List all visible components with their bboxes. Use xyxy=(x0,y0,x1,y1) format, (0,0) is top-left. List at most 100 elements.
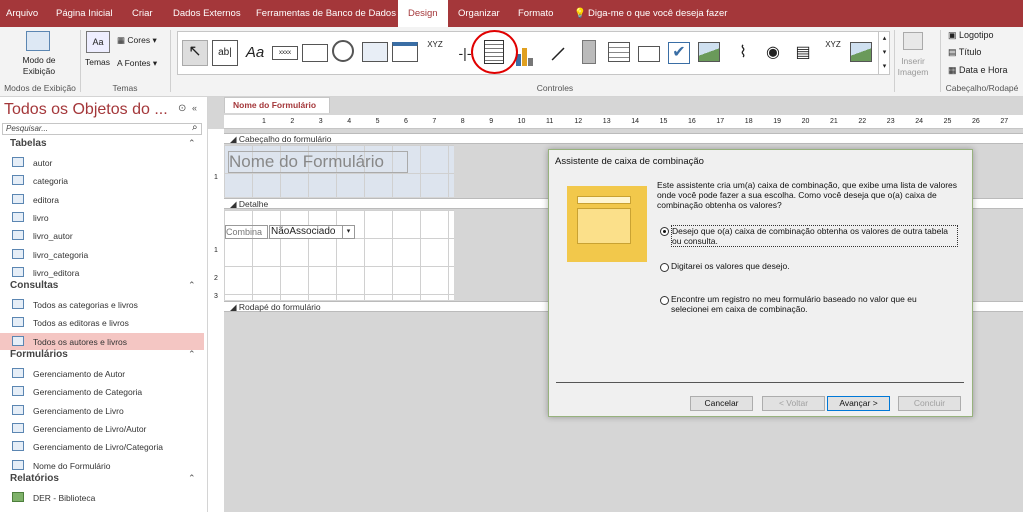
chevron-up-icon[interactable]: ⌃ xyxy=(188,138,196,149)
image-icon[interactable] xyxy=(698,42,720,62)
themes-button[interactable]: Temas xyxy=(85,57,110,67)
checkbox-icon[interactable]: ✔ xyxy=(668,42,690,64)
tab-ferramentas[interactable]: Ferramentas de Banco de Dados xyxy=(256,0,396,27)
view-mode-button[interactable]: Modo de Exibição xyxy=(14,55,64,77)
nav-item[interactable]: editora xyxy=(0,191,204,208)
select-pointer-icon[interactable]: ↖ xyxy=(182,40,208,66)
tab-formato[interactable]: Formato xyxy=(518,0,553,27)
tab-arquivo[interactable]: Arquivo xyxy=(6,0,38,27)
option-button-icon[interactable]: ◉ xyxy=(760,40,786,66)
chevron-up-icon[interactable]: ⌃ xyxy=(188,280,196,291)
logo-button[interactable]: ▣ Logotipo xyxy=(948,30,994,41)
tell-me-box[interactable]: Diga-me o que você deseja fazer xyxy=(588,0,727,27)
insert-image-button[interactable]: Inserir Imagem xyxy=(893,56,933,78)
option2-radio[interactable] xyxy=(660,263,669,272)
nav-dropdown-icon[interactable]: ⊙ xyxy=(178,103,186,114)
hyperlink-icon[interactable] xyxy=(332,40,354,62)
nav-section-header[interactable]: Consultas xyxy=(10,280,58,291)
option2-label[interactable]: Digitarei os valores que desejo. xyxy=(671,261,941,271)
nav-item[interactable]: Gerenciamento de Livro xyxy=(0,402,204,419)
option3-radio[interactable] xyxy=(660,296,669,305)
insert-image-icon[interactable] xyxy=(903,32,923,50)
nav-item[interactable]: Gerenciamento de Livro/Categoria xyxy=(0,438,204,455)
colors-button[interactable]: ▦ Cores ▾ xyxy=(117,35,157,46)
tab-design[interactable]: Design xyxy=(398,0,448,27)
ruler-number: 9 xyxy=(489,118,494,125)
nav-item[interactable]: livro_editora xyxy=(0,264,204,281)
datetime-button[interactable]: ▦ Data e Hora xyxy=(948,65,1008,76)
nav-item[interactable]: Nome do Formulário xyxy=(0,457,204,474)
nav-section-header[interactable]: Relatórios xyxy=(10,473,59,484)
document-tab[interactable]: Nome do Formulário xyxy=(224,97,330,113)
ruler-number: 14 xyxy=(631,118,639,125)
title-button[interactable]: ▤ Título xyxy=(948,47,981,58)
button-icon[interactable]: xxxx xyxy=(272,46,298,60)
detail-band-label: Detalhe xyxy=(238,199,269,209)
nav-item[interactable]: Todos as editoras e livros xyxy=(0,314,204,331)
chevron-up-icon[interactable]: ⌃ xyxy=(188,473,196,484)
option1-radio[interactable] xyxy=(660,227,669,236)
finish-button[interactable]: Concluir xyxy=(898,396,961,411)
cancel-button[interactable]: Cancelar xyxy=(690,396,753,411)
nav-item[interactable]: categoria xyxy=(0,172,204,189)
label-icon[interactable]: Aa xyxy=(242,40,268,66)
combo-label[interactable]: Combina xyxy=(225,225,268,239)
tab-pagina-inicial[interactable]: Página Inicial xyxy=(56,0,113,27)
rectangle-icon[interactable] xyxy=(638,46,660,62)
chart-icon[interactable] xyxy=(514,44,540,66)
nav-item-label: Gerenciamento de Livro/Autor xyxy=(33,423,147,434)
tab-criar[interactable]: Criar xyxy=(132,0,153,27)
fonts-button[interactable]: A Fontes ▾ xyxy=(117,58,157,69)
tab-dados-externos[interactable]: Dados Externos xyxy=(173,0,241,27)
nav-item[interactable]: DER - Biblioteca xyxy=(0,489,204,506)
fonts-label: Fontes xyxy=(124,58,151,68)
nav-section-header[interactable]: Formulários xyxy=(10,349,68,360)
ruler-number: 22 xyxy=(858,118,867,125)
nav-item-label: livro xyxy=(33,212,49,223)
nav-item[interactable]: livro xyxy=(0,209,204,226)
chevron-down-icon[interactable]: ▾ xyxy=(342,226,354,238)
nav-item[interactable]: Gerenciamento de Livro/Autor xyxy=(0,420,204,437)
nav-item[interactable]: Todos os autores e livros xyxy=(0,332,204,350)
nav-search-input[interactable]: Pesquisar... xyxy=(2,123,202,135)
form-header-band[interactable]: ◢ Cabeçalho do formulário xyxy=(224,133,1023,144)
chevron-up-icon[interactable]: ⌃ xyxy=(188,349,196,360)
combo-box-control[interactable]: NãoAssociado ▾ xyxy=(269,225,355,239)
tab-organizar[interactable]: Organizar xyxy=(458,0,500,27)
gallery-scroll[interactable]: ▴ ▾ ▾ xyxy=(878,32,890,74)
nav-item-label: Gerenciamento de Livro/Categoria xyxy=(33,442,163,453)
themes-icon[interactable]: Aa xyxy=(86,31,110,53)
list-box-icon[interactable] xyxy=(608,42,630,62)
toggle-button-icon[interactable] xyxy=(582,40,596,64)
subform-icon[interactable]: ▤ xyxy=(790,40,816,66)
next-button[interactable]: Avançar > xyxy=(827,396,890,411)
option1-label[interactable]: Desejo que o(a) caixa de combinação obte… xyxy=(671,225,958,247)
nav-item[interactable]: autor xyxy=(0,154,204,171)
textbox-icon[interactable]: ab| xyxy=(212,40,238,66)
nav-item-label: Gerenciamento de Livro xyxy=(33,405,124,416)
nav-section-header[interactable]: Tabelas xyxy=(10,138,47,149)
access-window: Arquivo Página Inicial Criar Dados Exter… xyxy=(0,0,1023,512)
search-icon[interactable]: ⌕ xyxy=(192,122,198,133)
navigation-icon[interactable] xyxy=(392,42,418,62)
option3-label[interactable]: Encontre um registro no meu formulário b… xyxy=(671,294,941,314)
nav-item[interactable]: livro_autor xyxy=(0,227,204,244)
object-frame-icon[interactable]: XYZ xyxy=(820,40,846,66)
nav-item[interactable]: livro_categoria xyxy=(0,246,204,263)
option-group-icon[interactable]: XYZ xyxy=(422,40,448,66)
form-title-label[interactable]: Nome do Formulário xyxy=(228,151,408,173)
nav-collapse-icon[interactable]: « xyxy=(192,103,197,113)
combo-box-wizard-dialog: Assistente de caixa de combinação Este a… xyxy=(548,149,973,417)
nav-item[interactable]: Gerenciamento de Categoria xyxy=(0,383,204,400)
web-browser-icon[interactable] xyxy=(362,42,388,62)
nav-title[interactable]: Todos os Objetos do ... xyxy=(4,101,168,119)
tab-control-icon[interactable] xyxy=(302,44,328,62)
line-icon[interactable]: | xyxy=(541,35,578,72)
bound-object-icon[interactable] xyxy=(850,42,872,62)
attachment-icon[interactable]: ⌇ xyxy=(730,40,756,66)
view-mode-icon[interactable] xyxy=(26,31,50,51)
detail-section[interactable] xyxy=(224,210,454,300)
nav-item[interactable]: Todos as categorias e livros xyxy=(0,296,204,313)
back-button[interactable]: < Voltar xyxy=(762,396,825,411)
nav-item[interactable]: Gerenciamento de Autor xyxy=(0,365,204,382)
